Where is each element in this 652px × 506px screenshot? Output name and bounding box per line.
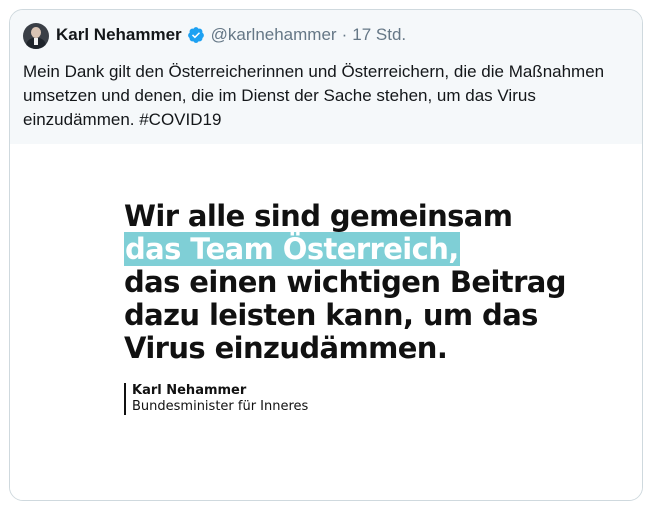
- tweet-text: Mein Dank gilt den Österreicherinnen und…: [23, 62, 605, 129]
- verified-badge-icon: [187, 27, 204, 43]
- tweet-header: Karl Nehammer @karlnehammer · 17 Std. Me…: [10, 10, 642, 144]
- tweet-timestamp[interactable]: 17 Std.: [352, 25, 406, 45]
- tweet-card[interactable]: Karl Nehammer @karlnehammer · 17 Std. Me…: [9, 9, 643, 501]
- dot-separator: ·: [341, 25, 348, 44]
- quote-line-4: dazu leisten kann, um das: [124, 298, 538, 332]
- quote-line-2-wrapper: das Team Österreich,: [124, 232, 566, 266]
- quote-line-5: Virus einzudämmen.: [124, 331, 448, 365]
- author-name[interactable]: Karl Nehammer: [56, 25, 182, 45]
- quote-text: Wir alle sind gemeinsam das Team Österre…: [124, 199, 567, 365]
- quote-line-3: das einen wichtigen Beitrag: [124, 265, 567, 299]
- signature-name: Karl Nehammer: [132, 383, 247, 398]
- signature-block: Karl Nehammer Bundesminister für Inneres: [124, 383, 308, 415]
- tweet-media-image[interactable]: Wir alle sind gemeinsam das Team Österre…: [10, 144, 642, 500]
- avatar[interactable]: [23, 23, 49, 49]
- quote-line-2-highlighted: das Team Österreich,: [124, 232, 460, 266]
- signature-title: Bundesminister für Inneres: [132, 399, 309, 414]
- author-row: Karl Nehammer @karlnehammer · 17 Std.: [56, 25, 406, 45]
- author-handle[interactable]: @karlnehammer: [211, 25, 337, 45]
- quote-line-1: Wir alle sind gemeinsam: [124, 199, 513, 233]
